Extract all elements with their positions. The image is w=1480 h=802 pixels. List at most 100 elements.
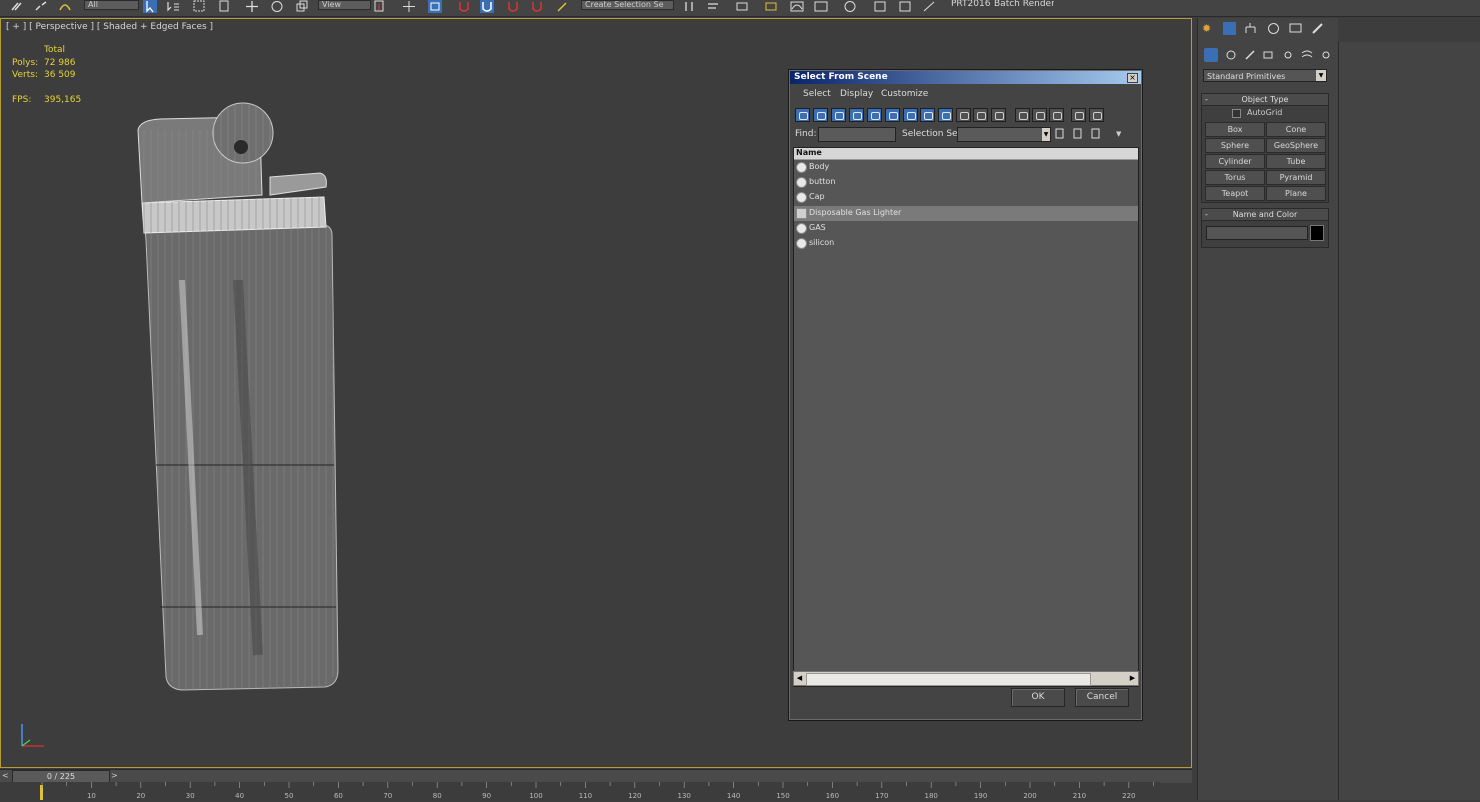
list-horizontal-scrollbar[interactable]: ◀ ▶ bbox=[793, 671, 1139, 686]
bind-spacewarp-icon[interactable] bbox=[58, 0, 72, 13]
filter-lights-button[interactable] bbox=[831, 108, 846, 122]
tube-button[interactable]: Tube bbox=[1266, 154, 1326, 169]
column-header-name[interactable]: Name bbox=[794, 148, 1138, 160]
prt-label[interactable]: PRT2016 bbox=[951, 0, 990, 9]
find-input[interactable] bbox=[818, 127, 896, 142]
cone-button[interactable]: Cone bbox=[1266, 122, 1326, 137]
filter-xrefs-button[interactable] bbox=[920, 108, 935, 122]
select-by-name-icon[interactable] bbox=[166, 0, 180, 13]
list-item-selected[interactable]: Disposable Gas Lighter bbox=[794, 206, 1138, 221]
box-button[interactable]: Box bbox=[1205, 122, 1265, 137]
display-dependents-button[interactable] bbox=[991, 108, 1006, 122]
object-type-rollout-header[interactable]: - Object Type bbox=[1202, 94, 1328, 106]
add-to-selection-set-icon[interactable] bbox=[1072, 127, 1084, 140]
render-production-icon[interactable] bbox=[922, 0, 936, 13]
cylinder-button[interactable]: Cylinder bbox=[1205, 154, 1265, 169]
list-item[interactable]: Body bbox=[794, 160, 1138, 175]
window-crossing-icon[interactable] bbox=[217, 0, 231, 13]
named-selection-sets-dropdown[interactable]: Create Selection Se bbox=[581, 0, 674, 10]
scene-explorer-icon[interactable] bbox=[764, 0, 778, 13]
torus-button[interactable]: Torus bbox=[1205, 170, 1265, 185]
autogrid-checkbox[interactable] bbox=[1232, 109, 1241, 118]
object-color-swatch[interactable] bbox=[1310, 225, 1324, 241]
name-and-color-rollout-header[interactable]: - Name and Color bbox=[1202, 209, 1328, 221]
rect-selection-icon[interactable] bbox=[192, 0, 206, 13]
schematic-view-icon[interactable] bbox=[814, 0, 828, 13]
ok-button[interactable]: OK bbox=[1011, 688, 1065, 707]
selection-filter-dropdown[interactable]: All bbox=[84, 0, 139, 10]
snap-toggle-icon[interactable] bbox=[457, 0, 471, 13]
layer-manager-icon[interactable] bbox=[735, 0, 749, 13]
scroll-left-icon[interactable]: ◀ bbox=[794, 672, 805, 685]
sphere-button[interactable]: Sphere bbox=[1205, 138, 1265, 153]
link-icon[interactable] bbox=[10, 0, 24, 13]
plane-button[interactable]: Plane bbox=[1266, 186, 1326, 201]
select-all-button[interactable] bbox=[1015, 108, 1030, 122]
render-frame-icon[interactable] bbox=[898, 0, 912, 13]
scroll-right-icon[interactable]: ▶ bbox=[1127, 672, 1138, 685]
timeline-ruler[interactable]: 10 20 30 40 50 60 70 80 90 100 110 120 130 140 150 160 1… bbox=[0, 782, 1160, 800]
list-item[interactable]: Cap bbox=[794, 190, 1138, 205]
unlink-icon[interactable] bbox=[34, 0, 48, 13]
manipulate-icon[interactable] bbox=[402, 0, 416, 13]
align-icon[interactable] bbox=[706, 0, 720, 13]
filter-groups-button[interactable] bbox=[903, 108, 918, 122]
lighter-wireframe-model[interactable] bbox=[120, 95, 360, 695]
spacewarps-category-icon[interactable] bbox=[1300, 48, 1314, 62]
move-icon[interactable] bbox=[245, 0, 259, 13]
select-object-icon[interactable] bbox=[143, 0, 157, 13]
display-influences-button[interactable] bbox=[973, 108, 988, 122]
list-item[interactable]: silicon bbox=[794, 236, 1138, 251]
display-children-button[interactable] bbox=[956, 108, 971, 122]
filter-toggle-button[interactable] bbox=[1071, 108, 1086, 122]
filter-helpers-button[interactable] bbox=[867, 108, 882, 122]
batch-render-button[interactable]: Batch Render... bbox=[994, 0, 1054, 9]
selection-set-dropdown[interactable]: ▼ bbox=[957, 127, 1051, 142]
reference-coord-dropdown[interactable]: View bbox=[318, 0, 371, 10]
pyramid-button[interactable]: Pyramid bbox=[1266, 170, 1326, 185]
filter-bones-button[interactable] bbox=[938, 108, 953, 122]
scrollbar-thumb[interactable] bbox=[806, 673, 1091, 686]
pivot-icon[interactable] bbox=[372, 0, 386, 13]
mirror-icon[interactable] bbox=[682, 0, 696, 13]
filter-shapes-button[interactable] bbox=[813, 108, 828, 122]
time-prev-icon[interactable]: < bbox=[2, 771, 9, 780]
dialog-title-bar[interactable]: Select From Scene × bbox=[790, 71, 1141, 84]
create-tab-icon[interactable]: ✹ bbox=[1202, 22, 1215, 35]
scene-object-list[interactable]: Name Body button Cap Disposable Gas Ligh… bbox=[793, 147, 1139, 687]
systems-category-icon[interactable] bbox=[1319, 48, 1333, 62]
viewport-label-menu[interactable]: [ + ] [ Perspective ] [ Shaded + Edged F… bbox=[6, 22, 213, 32]
time-slider-track[interactable]: < 0 / 225 > bbox=[0, 769, 1192, 784]
dialog-close-button[interactable]: × bbox=[1127, 73, 1138, 83]
utilities-tab-icon[interactable] bbox=[1311, 22, 1324, 35]
cancel-button[interactable]: Cancel bbox=[1075, 688, 1129, 707]
cameras-category-icon[interactable] bbox=[1262, 48, 1276, 62]
geometry-category-icon[interactable] bbox=[1204, 48, 1218, 62]
filter-geometry-button[interactable] bbox=[795, 108, 810, 122]
remove-from-selection-set-icon[interactable] bbox=[1090, 127, 1102, 140]
time-next-icon[interactable]: > bbox=[111, 771, 118, 780]
list-item[interactable]: GAS bbox=[794, 221, 1138, 236]
teapot-button[interactable]: Teapot bbox=[1205, 186, 1265, 201]
material-editor-icon[interactable] bbox=[843, 0, 857, 13]
rotate-icon[interactable] bbox=[270, 0, 284, 13]
toolbar-overflow-icon[interactable]: ▼ bbox=[1116, 130, 1121, 138]
menu-select[interactable]: Select bbox=[803, 89, 831, 99]
motion-tab-icon[interactable] bbox=[1267, 22, 1280, 35]
filter-spacewarps-button[interactable] bbox=[885, 108, 900, 122]
geosphere-button[interactable]: GeoSphere bbox=[1266, 138, 1326, 153]
scale-icon[interactable] bbox=[295, 0, 309, 13]
edit-named-sets-icon[interactable] bbox=[556, 0, 570, 13]
object-name-input[interactable] bbox=[1206, 226, 1308, 240]
create-selection-set-icon[interactable] bbox=[1054, 127, 1066, 140]
select-invert-button[interactable] bbox=[1049, 108, 1064, 122]
primitives-category-dropdown[interactable]: Standard Primitives ▼ bbox=[1203, 69, 1327, 82]
angle-snap-icon[interactable] bbox=[480, 0, 494, 13]
keyboard-shortcut-icon[interactable] bbox=[428, 0, 442, 13]
filter-cameras-button[interactable] bbox=[849, 108, 864, 122]
list-item[interactable]: button bbox=[794, 175, 1138, 190]
percent-snap-icon[interactable] bbox=[506, 0, 520, 13]
menu-display[interactable]: Display bbox=[840, 89, 873, 99]
spinner-snap-icon[interactable] bbox=[530, 0, 544, 13]
select-none-button[interactable] bbox=[1032, 108, 1047, 122]
